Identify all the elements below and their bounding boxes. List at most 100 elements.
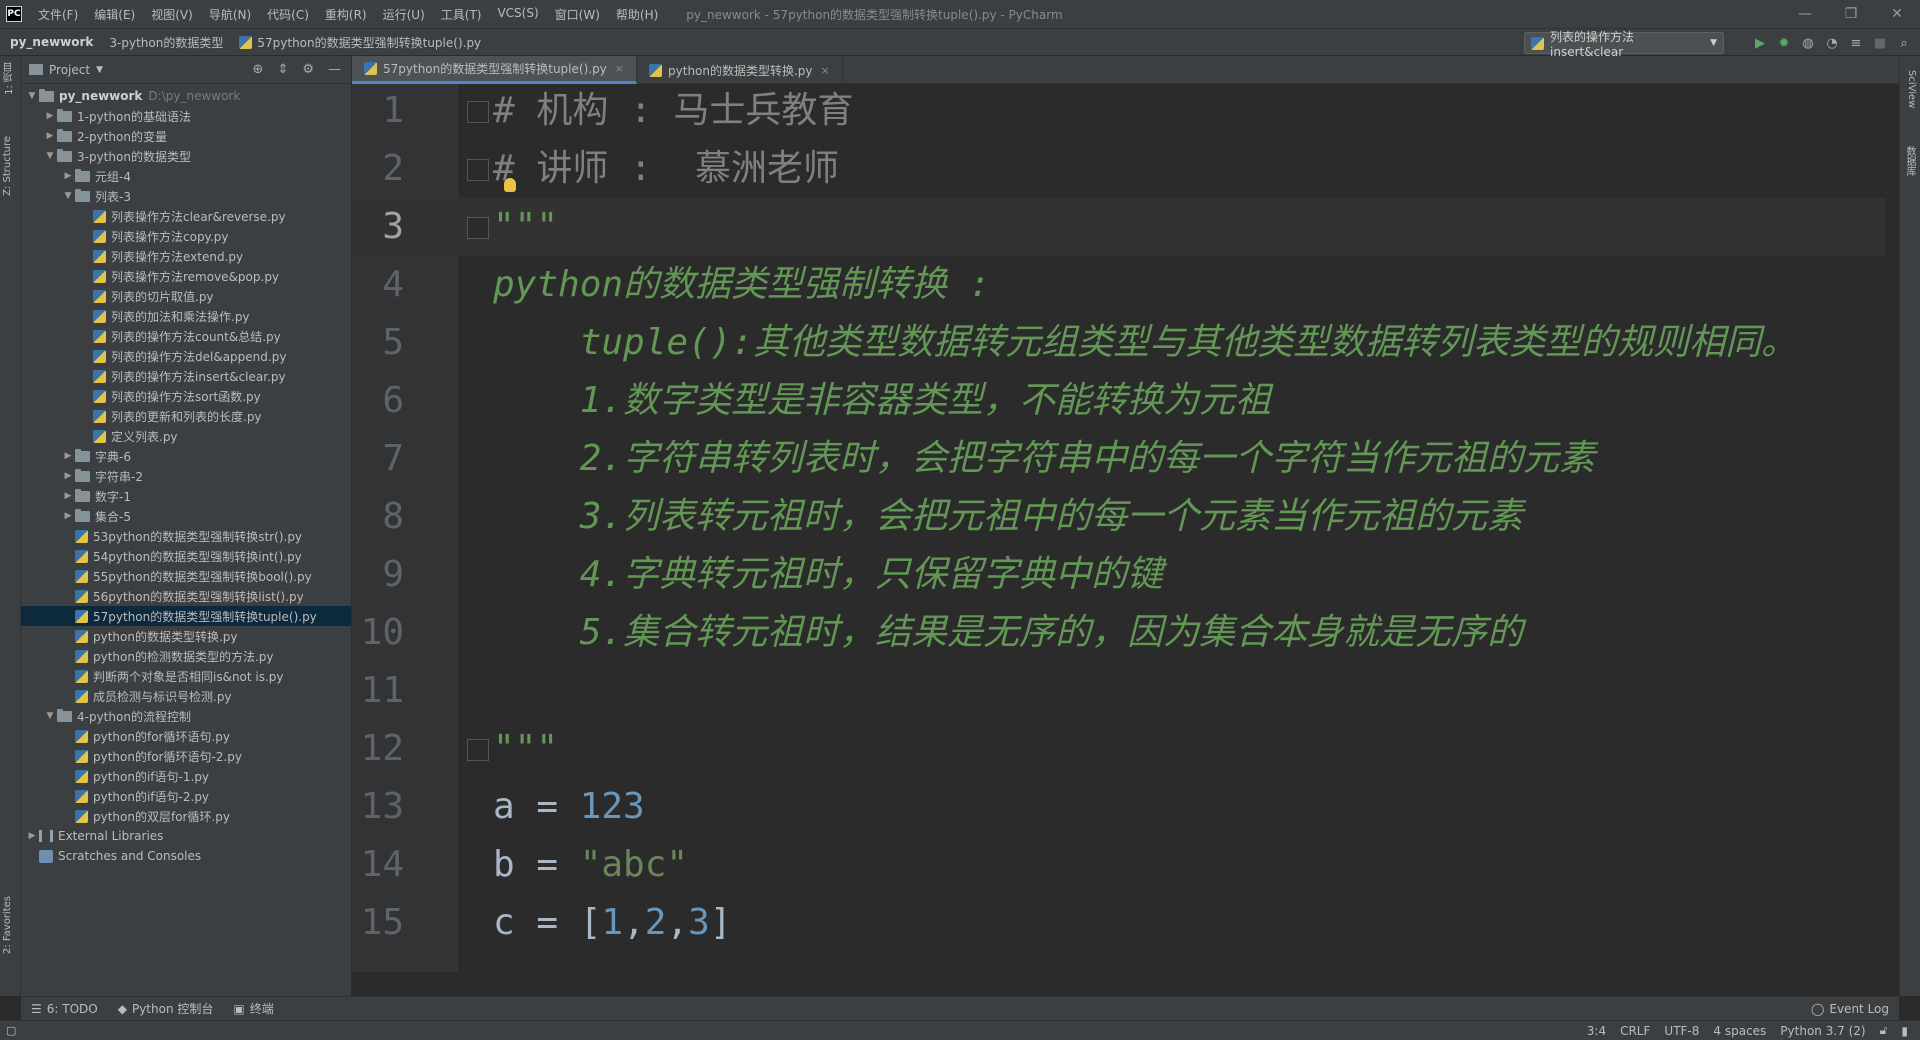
code-line[interactable]: 4 python的数据类型强制转换 : (352, 256, 1899, 314)
favorites-tool-tab[interactable]: 2: Favorites (2, 896, 13, 954)
tree-file-item[interactable]: 列表的操作方法sort函数.py (21, 386, 351, 406)
menu-item[interactable]: 编辑(E) (86, 6, 143, 23)
code-line[interactable]: 3 """ (352, 198, 1899, 256)
collapse-all-icon[interactable]: ⇕ (277, 62, 288, 77)
tree-file-item[interactable]: python的for循环语句-2.py (21, 746, 351, 766)
breadcrumb-folder[interactable]: 3-python的数据类型 (99, 34, 229, 51)
menu-item[interactable]: 代码(C) (259, 6, 317, 23)
collapsed-arrow-icon[interactable]: ▶ (61, 491, 75, 501)
tree-folder-item[interactable]: ▶ 字符串-2 (21, 466, 351, 486)
collapsed-arrow-icon[interactable]: ▶ (61, 471, 75, 481)
structure-tool-tab[interactable]: Z: Structure (2, 136, 13, 196)
chevron-down-icon[interactable]: ▼ (96, 65, 103, 75)
maximize-button[interactable]: ❐ (1828, 0, 1874, 28)
editor-scrollbar[interactable] (1885, 84, 1899, 972)
tree-file-item[interactable]: 列表操作方法copy.py (21, 226, 351, 246)
menu-item[interactable]: 重构(R) (317, 6, 375, 23)
stop-icon[interactable]: ■ (1872, 35, 1888, 51)
tree-file-item[interactable]: python的检测数据类型的方法.py (21, 646, 351, 666)
tree-file-item[interactable]: 列表的操作方法count&总结.py (21, 326, 351, 346)
breadcrumb-file[interactable]: 57python的数据类型强制转换tuple().py (229, 34, 487, 51)
code-line[interactable]: 14 b = "abc" (352, 836, 1899, 894)
line-separator[interactable]: CRLF (1620, 1024, 1650, 1038)
tree-file-item[interactable]: 列表的更新和列表的长度.py (21, 406, 351, 426)
tree-file-item[interactable]: Scratches and Consoles (21, 846, 351, 866)
tree-folder-item[interactable]: ▼ py_newwork D:\py_newwork (21, 86, 351, 106)
fold-marker-icon[interactable] (467, 217, 489, 239)
tree-folder-item[interactable]: ▶ 1-python的基础语法 (21, 106, 351, 126)
collapsed-arrow-icon[interactable]: ▶ (43, 111, 57, 121)
python-interpreter[interactable]: Python 3.7 (2) (1780, 1024, 1865, 1038)
tree-file-item[interactable]: 定义列表.py (21, 426, 351, 446)
editor-tab[interactable]: 57python的数据类型强制转换tuple().py × (352, 56, 638, 84)
tree-file-item[interactable]: 判断两个对象是否相同is&not is.py (21, 666, 351, 686)
expanded-arrow-icon[interactable]: ▼ (43, 151, 57, 161)
tree-file-item[interactable]: 成员检测与标识号检测.py (21, 686, 351, 706)
code-line[interactable]: 10 5.集合转元祖时，结果是无序的，因为集合本身就是无序的 (352, 604, 1899, 662)
code-line[interactable]: 7 2.字符串转列表时，会把字符串中的每一个字符当作元祖的元素 (352, 430, 1899, 488)
tree-file-item[interactable]: python的if语句-2.py (21, 786, 351, 806)
code-line[interactable]: 2 # 讲师 : 慕洲老师 (352, 140, 1899, 198)
fold-marker-icon[interactable] (467, 739, 489, 761)
collapsed-arrow-icon[interactable]: ▶ (61, 511, 75, 521)
caret-position[interactable]: 3:4 (1587, 1024, 1606, 1038)
menu-item[interactable]: 工具(T) (433, 6, 490, 23)
breadcrumb-project[interactable]: py_newwork (0, 35, 99, 49)
tree-file-item[interactable]: 53python的数据类型强制转换str().py (21, 526, 351, 546)
code-editor[interactable]: 1 # 机构 : 马士兵教育 2 # 讲师 : 慕洲老师 3 """ 4 python的数据类… (352, 84, 1899, 972)
file-encoding[interactable]: UTF-8 (1664, 1024, 1699, 1038)
tree-file-item[interactable]: python的for循环语句.py (21, 726, 351, 746)
run-icon[interactable]: ▶ (1752, 35, 1768, 51)
fold-marker-icon[interactable] (467, 101, 489, 123)
menu-item[interactable]: 导航(N) (201, 6, 259, 23)
tree-file-item[interactable]: 列表操作方法clear&reverse.py (21, 206, 351, 226)
python-console-tab[interactable]: ◆ Python 控制台 (108, 1000, 224, 1017)
menu-item[interactable]: 视图(V) (143, 6, 201, 23)
code-line[interactable]: 12 """ (352, 720, 1899, 778)
run-configuration-select[interactable]: 列表的操作方法insert&clear ▼ (1524, 30, 1724, 59)
collapsed-arrow-icon[interactable]: ▶ (43, 131, 57, 141)
tree-file-item[interactable]: 列表操作方法extend.py (21, 246, 351, 266)
tree-folder-item[interactable]: ▶ 字典-6 (21, 446, 351, 466)
expanded-arrow-icon[interactable]: ▼ (25, 91, 39, 101)
collapsed-arrow-icon[interactable]: ▶ (25, 831, 39, 841)
collapsed-arrow-icon[interactable]: ▶ (61, 451, 75, 461)
code-line[interactable]: 11 (352, 662, 1899, 720)
tree-file-item[interactable]: 列表的操作方法insert&clear.py (21, 366, 351, 386)
tree-file-item[interactable]: 列表的操作方法del&append.py (21, 346, 351, 366)
tree-file-item[interactable]: 列表操作方法remove&pop.py (21, 266, 351, 286)
expanded-arrow-icon[interactable]: ▼ (61, 191, 75, 201)
todo-tab[interactable]: ☰ 6: TODO (21, 1002, 108, 1016)
database-tool-tab[interactable]: 数据库 (1902, 146, 1917, 176)
code-line[interactable]: 13 a = 123 (352, 778, 1899, 836)
tree-folder-item[interactable]: ▼ 列表-3 (21, 186, 351, 206)
tree-file-item[interactable]: ▶ External Libraries (21, 826, 351, 846)
debug-icon[interactable]: ✹ (1776, 35, 1792, 51)
indent-setting[interactable]: 4 spaces (1713, 1024, 1766, 1038)
menu-item[interactable]: 文件(F) (30, 6, 86, 23)
project-panel-title[interactable]: Project (49, 63, 90, 77)
tree-file-item[interactable]: 57python的数据类型强制转换tuple().py (21, 606, 351, 626)
code-line[interactable]: 15 c = [1,2,3] (352, 894, 1899, 952)
menu-item[interactable]: 窗口(W) (547, 6, 608, 23)
tree-folder-item[interactable]: ▶ 2-python的变量 (21, 126, 351, 146)
hide-icon[interactable]: — (328, 62, 341, 77)
code-line[interactable]: 8 3.列表转元祖时，会把元祖中的每一个元素当作元祖的元素 (352, 488, 1899, 546)
notifications-icon[interactable]: ▮ (1901, 1024, 1908, 1038)
tree-folder-item[interactable]: ▼ 3-python的数据类型 (21, 146, 351, 166)
locate-icon[interactable]: ⊕ (253, 62, 264, 77)
tree-folder-item[interactable]: ▶ 元组-4 (21, 166, 351, 186)
tree-folder-item[interactable]: ▼ 4-python的流程控制 (21, 706, 351, 726)
layout-icon[interactable]: ▢ (6, 1024, 16, 1037)
tree-file-item[interactable]: python的双层for循环.py (21, 806, 351, 826)
gear-icon[interactable]: ⚙ (302, 62, 314, 77)
coverage-icon[interactable]: ◍ (1800, 35, 1816, 51)
expanded-arrow-icon[interactable]: ▼ (43, 711, 57, 721)
tree-file-item[interactable]: 列表的切片取值.py (21, 286, 351, 306)
terminal-tab[interactable]: ▣ 终端 (223, 1000, 283, 1017)
code-line[interactable]: 9 4.字典转元祖时，只保留字典中的键 (352, 546, 1899, 604)
tree-file-item[interactable]: python的数据类型转换.py (21, 626, 351, 646)
event-log-button[interactable]: ◯ Event Log (1811, 1002, 1899, 1016)
tree-file-item[interactable]: python的if语句-1.py (21, 766, 351, 786)
tree-file-item[interactable]: 56python的数据类型强制转换list().py (21, 586, 351, 606)
